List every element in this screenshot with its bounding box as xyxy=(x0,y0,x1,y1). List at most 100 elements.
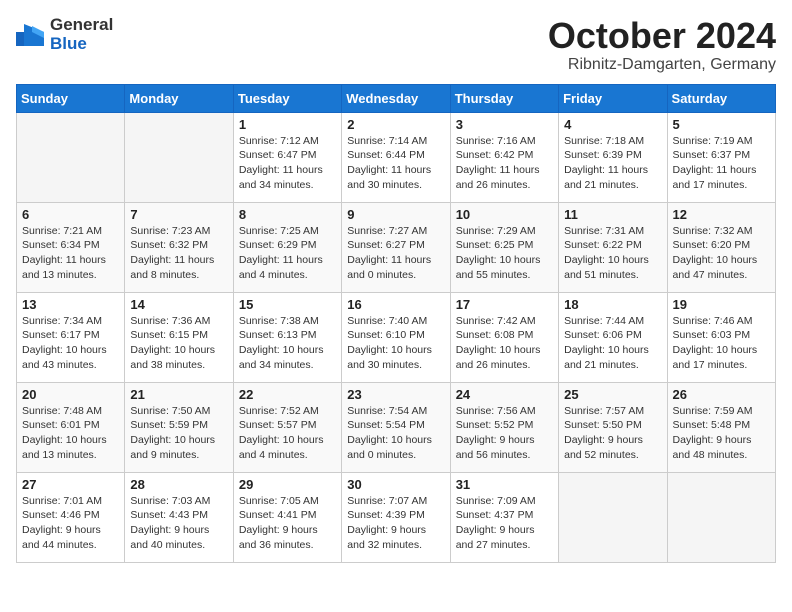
sunset-text: Sunset: 4:37 PM xyxy=(456,508,553,523)
sunrise-text: Sunrise: 7:16 AM xyxy=(456,134,553,149)
daylight-text: Daylight: 9 hours and 27 minutes. xyxy=(456,523,553,552)
day-number: 15 xyxy=(239,297,336,312)
calendar-cell: 14Sunrise: 7:36 AMSunset: 6:15 PMDayligh… xyxy=(125,292,233,382)
day-info: Sunrise: 7:27 AMSunset: 6:27 PMDaylight:… xyxy=(347,224,444,283)
calendar-cell: 17 Sunrise: 7:42 AMSunset: 6:08 PMDayligh… xyxy=(450,292,558,382)
daylight-text: Daylight: 10 hours and 21 minutes. xyxy=(564,343,661,372)
day-info: Sunrise: 7:16 AMSunset: 6:42 PMDaylight:… xyxy=(456,134,553,193)
calendar-cell: 15Sunrise: 7:38 AMSunset: 6:13 PMDayligh… xyxy=(233,292,341,382)
day-info: Sunrise: 7:21 AMSunset: 6:34 PMDaylight:… xyxy=(22,224,119,283)
calendar-cell: 22Sunrise: 7:52 AMSunset: 5:57 PMDayligh… xyxy=(233,382,341,472)
calendar-week-5: 27Sunrise: 7:01 AMSunset: 4:46 PMDayligh… xyxy=(17,472,776,562)
sunset-text: Sunset: 6:01 PM xyxy=(22,418,119,433)
calendar-cell: 2 Sunrise: 7:14 AMSunset: 6:44 PMDaylight… xyxy=(342,112,450,202)
day-info: Sunrise: 7:59 AMSunset: 5:48 PMDaylight:… xyxy=(673,404,770,463)
daylight-text: Daylight: 10 hours and 51 minutes. xyxy=(564,253,661,282)
day-info: Sunrise: 7:18 AMSunset: 6:39 PMDaylight:… xyxy=(564,134,661,193)
calendar-cell xyxy=(559,472,667,562)
day-number: 9 xyxy=(347,207,444,222)
calendar-cell: 27Sunrise: 7:01 AMSunset: 4:46 PMDayligh… xyxy=(17,472,125,562)
calendar-cell xyxy=(667,472,775,562)
day-info: Sunrise: 7:12 AMSunset: 6:47 PMDaylight:… xyxy=(239,134,336,193)
sunrise-text: Sunrise: 7:23 AM xyxy=(130,224,227,239)
month-title: October 2024 xyxy=(548,16,776,56)
day-info: Sunrise: 7:46 AMSunset: 6:03 PMDaylight:… xyxy=(673,314,770,373)
calendar-cell: 4Sunrise: 7:18 AMSunset: 6:39 PMDaylight… xyxy=(559,112,667,202)
day-number: 31 xyxy=(456,477,553,492)
day-number: 28 xyxy=(130,477,227,492)
daylight-text: Daylight: 9 hours and 44 minutes. xyxy=(22,523,119,552)
daylight-text: Daylight: 11 hours and 30 minutes. xyxy=(347,163,444,192)
day-info: Sunrise: 7:57 AMSunset: 5:50 PMDaylight:… xyxy=(564,404,661,463)
daylight-text: Daylight: 10 hours and 34 minutes. xyxy=(239,343,336,372)
sunrise-text: Sunrise: 7:03 AM xyxy=(130,494,227,509)
sunset-text: Sunset: 6:10 PM xyxy=(347,328,444,343)
sunset-text: Sunset: 4:46 PM xyxy=(22,508,119,523)
sunset-text: Sunset: 5:48 PM xyxy=(673,418,770,433)
daylight-text: Daylight: 11 hours and 4 minutes. xyxy=(239,253,336,282)
calendar-cell: 26Sunrise: 7:59 AMSunset: 5:48 PMDayligh… xyxy=(667,382,775,472)
calendar-cell: 16Sunrise: 7:40 AMSunset: 6:10 PMDayligh… xyxy=(342,292,450,382)
day-info: Sunrise: 7:01 AMSunset: 4:46 PMDaylight:… xyxy=(22,494,119,553)
sunrise-text: Sunrise: 7:01 AM xyxy=(22,494,119,509)
calendar-cell: 21Sunrise: 7:50 AMSunset: 5:59 PMDayligh… xyxy=(125,382,233,472)
calendar-cell: 1Sunrise: 7:12 AMSunset: 6:47 PMDaylight… xyxy=(233,112,341,202)
daylight-text: Daylight: 10 hours and 55 minutes. xyxy=(456,253,553,282)
day-info: Sunrise: 7:32 AMSunset: 6:20 PMDaylight:… xyxy=(673,224,770,283)
logo-blue: Blue xyxy=(50,35,113,54)
sunset-text: Sunset: 6:17 PM xyxy=(22,328,119,343)
day-info: Sunrise: 7:54 AMSunset: 5:54 PMDaylight:… xyxy=(347,404,444,463)
header-day-saturday: Saturday xyxy=(667,84,775,112)
day-number: 23 xyxy=(347,387,444,402)
calendar-cell: 12Sunrise: 7:32 AMSunset: 6:20 PMDayligh… xyxy=(667,202,775,292)
day-number: 17 xyxy=(456,297,553,312)
sunrise-text: Sunrise: 7:21 AM xyxy=(22,224,119,239)
calendar-cell: 31 Sunrise: 7:09 AMSunset: 4:37 PMDayligh… xyxy=(450,472,558,562)
day-number: 2 xyxy=(347,117,444,132)
day-number: 20 xyxy=(22,387,119,402)
calendar-cell: 7Sunrise: 7:23 AMSunset: 6:32 PMDaylight… xyxy=(125,202,233,292)
sunrise-text: Sunrise: 7:07 AM xyxy=(347,494,444,509)
sunset-text: Sunset: 5:52 PM xyxy=(456,418,553,433)
sunrise-text: Sunrise: 7:52 AM xyxy=(239,404,336,419)
sunrise-text: Sunrise: 7:50 AM xyxy=(130,404,227,419)
day-number: 11 xyxy=(564,207,661,222)
sunrise-text: Sunrise: 7:25 AM xyxy=(239,224,336,239)
calendar-cell: 23 Sunrise: 7:54 AMSunset: 5:54 PMDayligh… xyxy=(342,382,450,472)
sunset-text: Sunset: 5:59 PM xyxy=(130,418,227,433)
daylight-text: Daylight: 11 hours and 34 minutes. xyxy=(239,163,336,192)
day-info: Sunrise: 7:09 AMSunset: 4:37 PMDaylight:… xyxy=(456,494,553,553)
day-number: 19 xyxy=(673,297,770,312)
daylight-text: Daylight: 9 hours and 48 minutes. xyxy=(673,433,770,462)
title-section: October 2024 Ribnitz-Damgarten, Germany xyxy=(548,16,776,74)
sunrise-text: Sunrise: 7:34 AM xyxy=(22,314,119,329)
day-info: Sunrise: 7:05 AMSunset: 4:41 PMDaylight:… xyxy=(239,494,336,553)
calendar-cell: 19 Sunrise: 7:46 AMSunset: 6:03 PMDayligh… xyxy=(667,292,775,382)
sunrise-text: Sunrise: 7:18 AM xyxy=(564,134,661,149)
sunrise-text: Sunrise: 7:12 AM xyxy=(239,134,336,149)
calendar-cell: 8Sunrise: 7:25 AMSunset: 6:29 PMDaylight… xyxy=(233,202,341,292)
sunset-text: Sunset: 6:42 PM xyxy=(456,148,553,163)
day-number: 16 xyxy=(347,297,444,312)
header-day-wednesday: Wednesday xyxy=(342,84,450,112)
sunset-text: Sunset: 6:20 PM xyxy=(673,238,770,253)
day-info: Sunrise: 7:42 AMSunset: 6:08 PMDaylight:… xyxy=(456,314,553,373)
sunrise-text: Sunrise: 7:14 AM xyxy=(347,134,444,149)
day-number: 30 xyxy=(347,477,444,492)
calendar-cell xyxy=(125,112,233,202)
day-number: 14 xyxy=(130,297,227,312)
sunrise-text: Sunrise: 7:19 AM xyxy=(673,134,770,149)
calendar-cell: 6Sunrise: 7:21 AMSunset: 6:34 PMDaylight… xyxy=(17,202,125,292)
calendar-cell: 30Sunrise: 7:07 AMSunset: 4:39 PMDayligh… xyxy=(342,472,450,562)
day-number: 21 xyxy=(130,387,227,402)
day-number: 18 xyxy=(564,297,661,312)
sunset-text: Sunset: 6:22 PM xyxy=(564,238,661,253)
sunrise-text: Sunrise: 7:38 AM xyxy=(239,314,336,329)
day-info: Sunrise: 7:31 AMSunset: 6:22 PMDaylight:… xyxy=(564,224,661,283)
day-info: Sunrise: 7:14 AMSunset: 6:44 PMDaylight:… xyxy=(347,134,444,193)
day-number: 25 xyxy=(564,387,661,402)
sunset-text: Sunset: 6:27 PM xyxy=(347,238,444,253)
sunset-text: Sunset: 6:08 PM xyxy=(456,328,553,343)
sunset-text: Sunset: 6:44 PM xyxy=(347,148,444,163)
calendar-cell: 28Sunrise: 7:03 AMSunset: 4:43 PMDayligh… xyxy=(125,472,233,562)
